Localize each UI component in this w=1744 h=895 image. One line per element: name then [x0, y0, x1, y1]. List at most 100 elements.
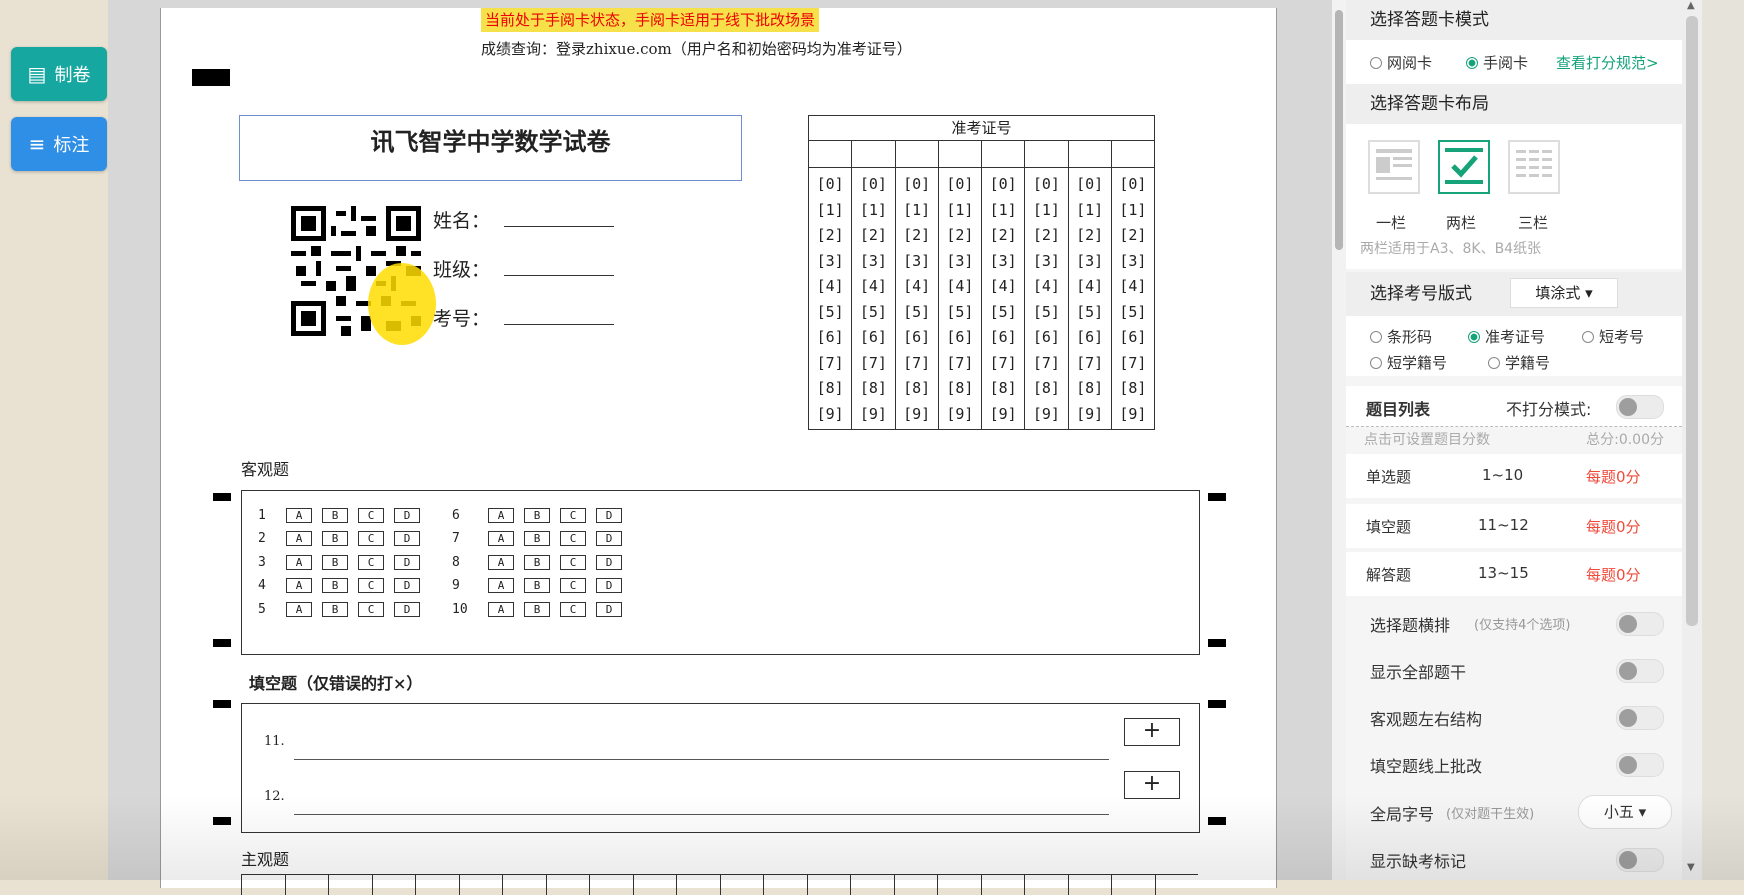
- digit-bubble[interactable]: [2]: [1069, 223, 1111, 249]
- option-bubble[interactable]: B: [322, 507, 348, 523]
- question-score[interactable]: 每题0分: [1586, 466, 1641, 487]
- digit-bubble[interactable]: [7]: [939, 351, 981, 377]
- option-bubble[interactable]: D: [394, 554, 420, 570]
- option-bubble[interactable]: A: [286, 507, 312, 523]
- make-paper-button[interactable]: ▤ 制卷: [11, 47, 107, 101]
- show-all-stems-toggle[interactable]: [1616, 659, 1664, 683]
- digit-bubble[interactable]: [1]: [1069, 198, 1111, 224]
- option-bubble[interactable]: D: [596, 531, 622, 546]
- digit-bubble[interactable]: [7]: [1025, 351, 1067, 377]
- option-bubble[interactable]: B: [322, 578, 348, 593]
- online-fill-grading-toggle[interactable]: [1616, 753, 1664, 777]
- digit-bubble[interactable]: [8]: [939, 376, 981, 402]
- digit-bubble[interactable]: [0]: [1112, 172, 1154, 198]
- question-row[interactable]: 填空题 11~12 每题0分: [1346, 504, 1682, 548]
- digit-bubble[interactable]: [3]: [939, 249, 981, 275]
- digit-bubble[interactable]: [5]: [939, 300, 981, 326]
- digit-bubble[interactable]: [8]: [1025, 376, 1067, 402]
- scrollbar-thumb[interactable]: [1335, 10, 1343, 250]
- digit-bubble[interactable]: [9]: [982, 402, 1024, 428]
- option-bubble[interactable]: D: [394, 507, 420, 523]
- digit-bubble[interactable]: [4]: [896, 274, 938, 300]
- digit-bubble[interactable]: [7]: [896, 351, 938, 377]
- digit-bubble[interactable]: [1]: [896, 198, 938, 224]
- digit-bubble[interactable]: [1]: [852, 198, 894, 224]
- option-bubble[interactable]: C: [560, 601, 586, 617]
- digit-bubble[interactable]: [4]: [1069, 274, 1111, 300]
- digit-bubble[interactable]: [3]: [1025, 249, 1067, 275]
- digit-bubble[interactable]: [7]: [1069, 351, 1111, 377]
- scroll-up-icon[interactable]: ▲: [1687, 0, 1695, 11]
- digit-bubble[interactable]: [5]: [1025, 300, 1067, 326]
- option-bubble[interactable]: D: [596, 601, 622, 617]
- digit-bubble[interactable]: [2]: [809, 223, 851, 249]
- objective-answer-box[interactable]: 1ABCD6ABCD2ABCD7ABCD3ABCD8ABCD4ABCD9ABCD…: [241, 490, 1200, 655]
- digit-bubble[interactable]: [3]: [982, 249, 1024, 275]
- digit-bubble[interactable]: [3]: [1112, 249, 1154, 275]
- canvas-scrollbar[interactable]: [1332, 0, 1346, 880]
- question-score[interactable]: 每题0分: [1586, 564, 1641, 585]
- option-bubble[interactable]: D: [596, 578, 622, 593]
- option-bubble[interactable]: A: [488, 554, 514, 570]
- digit-bubble[interactable]: [8]: [809, 376, 851, 402]
- digit-bubble[interactable]: [2]: [982, 223, 1024, 249]
- radio-short-number[interactable]: 短考号: [1582, 326, 1644, 347]
- digit-bubble[interactable]: [7]: [809, 351, 851, 377]
- question-row[interactable]: 解答题 13~15 每题0分: [1346, 552, 1682, 596]
- absent-mark-toggle[interactable]: [1616, 848, 1664, 872]
- digit-bubble[interactable]: [1]: [1112, 198, 1154, 224]
- add-line-button[interactable]: +: [1124, 771, 1180, 799]
- digit-bubble[interactable]: [0]: [982, 172, 1024, 198]
- layout-two-columns[interactable]: [1438, 140, 1490, 194]
- option-bubble[interactable]: C: [358, 578, 384, 593]
- option-bubble[interactable]: D: [394, 531, 420, 546]
- digit-bubble[interactable]: [2]: [1112, 223, 1154, 249]
- option-bubble[interactable]: C: [358, 507, 384, 523]
- option-bubble[interactable]: A: [488, 531, 514, 546]
- digit-bubble[interactable]: [8]: [896, 376, 938, 402]
- fill-answer-box[interactable]: 11. + 12. +: [241, 703, 1200, 833]
- option-bubble[interactable]: C: [358, 531, 384, 546]
- digit-bubble[interactable]: [1]: [1025, 198, 1067, 224]
- digit-bubble[interactable]: [9]: [852, 402, 894, 428]
- radio-barcode[interactable]: 条形码: [1370, 326, 1432, 347]
- digit-bubble[interactable]: [3]: [896, 249, 938, 275]
- digit-bubble[interactable]: [3]: [809, 249, 851, 275]
- option-bubble[interactable]: C: [560, 531, 586, 546]
- option-bubble[interactable]: B: [322, 601, 348, 617]
- option-bubble[interactable]: C: [358, 601, 384, 617]
- digit-bubble[interactable]: [5]: [982, 300, 1024, 326]
- panel-scrollbar[interactable]: ▲ ▼: [1682, 0, 1702, 880]
- option-bubble[interactable]: D: [394, 601, 420, 617]
- digit-bubble[interactable]: [7]: [852, 351, 894, 377]
- option-bubble[interactable]: D: [596, 507, 622, 523]
- option-bubble[interactable]: B: [524, 578, 550, 593]
- option-bubble[interactable]: B: [524, 507, 550, 523]
- digit-bubble[interactable]: [0]: [1025, 172, 1067, 198]
- digit-bubble[interactable]: [5]: [896, 300, 938, 326]
- digit-bubble[interactable]: [2]: [1025, 223, 1067, 249]
- radio-hand-card[interactable]: 手阅卡: [1466, 52, 1528, 73]
- digit-bubble[interactable]: [8]: [852, 376, 894, 402]
- digit-bubble[interactable]: [0]: [809, 172, 851, 198]
- digit-bubble[interactable]: [9]: [896, 402, 938, 428]
- no-score-mode-toggle[interactable]: [1616, 395, 1664, 419]
- option-bubble[interactable]: A: [488, 507, 514, 523]
- digit-bubble[interactable]: [4]: [982, 274, 1024, 300]
- digit-bubble[interactable]: [3]: [852, 249, 894, 275]
- question-row[interactable]: 单选题 1~10 每题0分: [1346, 454, 1682, 498]
- digit-bubble[interactable]: [6]: [982, 325, 1024, 351]
- option-bubble[interactable]: C: [560, 578, 586, 593]
- option-bubble[interactable]: D: [394, 578, 420, 593]
- digit-bubble[interactable]: [9]: [1025, 402, 1067, 428]
- option-bubble[interactable]: A: [286, 554, 312, 570]
- digit-bubble[interactable]: [2]: [896, 223, 938, 249]
- digit-bubble[interactable]: [6]: [1112, 325, 1154, 351]
- scoring-rules-link[interactable]: 查看打分规范>: [1556, 52, 1659, 73]
- option-bubble[interactable]: B: [524, 554, 550, 570]
- digit-bubble[interactable]: [0]: [939, 172, 981, 198]
- digit-bubble[interactable]: [1]: [939, 198, 981, 224]
- objective-lr-layout-toggle[interactable]: [1616, 706, 1664, 730]
- layout-three-columns[interactable]: [1508, 140, 1560, 194]
- digit-bubble[interactable]: [4]: [852, 274, 894, 300]
